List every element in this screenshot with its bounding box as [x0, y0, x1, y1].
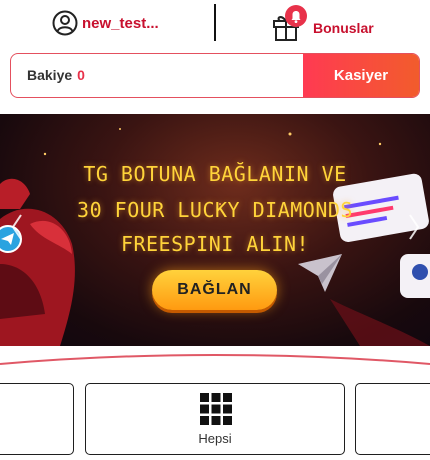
balance-bar: Bakiye 0 Kasiyer — [10, 53, 420, 98]
bonus-label: Bonuslar — [313, 20, 374, 36]
banner-headline-1: TG BOTUNA BAĞLANIN VE — [83, 162, 347, 186]
notification-bell-icon — [285, 5, 307, 27]
category-tab-right[interactable] — [355, 383, 430, 455]
connect-button[interactable]: BAĞLAN — [152, 270, 277, 310]
user-icon — [52, 10, 78, 36]
section-divider-curve — [0, 354, 430, 365]
grid-icon — [200, 393, 232, 425]
user-profile-link[interactable]: new_test... — [52, 9, 159, 37]
banner-headline-3: FREESPINI ALIN! — [120, 232, 310, 256]
top-bar: new_test... Bonuslar — [0, 0, 430, 46]
header-divider — [214, 4, 216, 41]
banner-headline-2: 30 FOUR LUCKY DIAMONDS — [77, 198, 353, 222]
category-tab-label: Hepsi — [198, 431, 232, 446]
banner-artwork — [0, 128, 430, 346]
gift-icon — [271, 5, 311, 42]
category-tab-left[interactable] — [0, 383, 74, 455]
cashier-button[interactable]: Kasiyer — [303, 54, 419, 97]
username-label: new_test... — [82, 14, 159, 32]
balance-display: Bakiye 0 — [27, 67, 85, 83]
balance-label: Bakiye — [27, 67, 73, 83]
promo-banner[interactable]: TG BOTUNA BAĞLANIN VE 30 FOUR LUCKY DIAM… — [0, 114, 430, 346]
balance-value: 0 — [77, 67, 85, 83]
bonus-link[interactable]: Bonuslar — [271, 4, 374, 42]
category-tab-all[interactable]: Hepsi — [85, 383, 345, 455]
